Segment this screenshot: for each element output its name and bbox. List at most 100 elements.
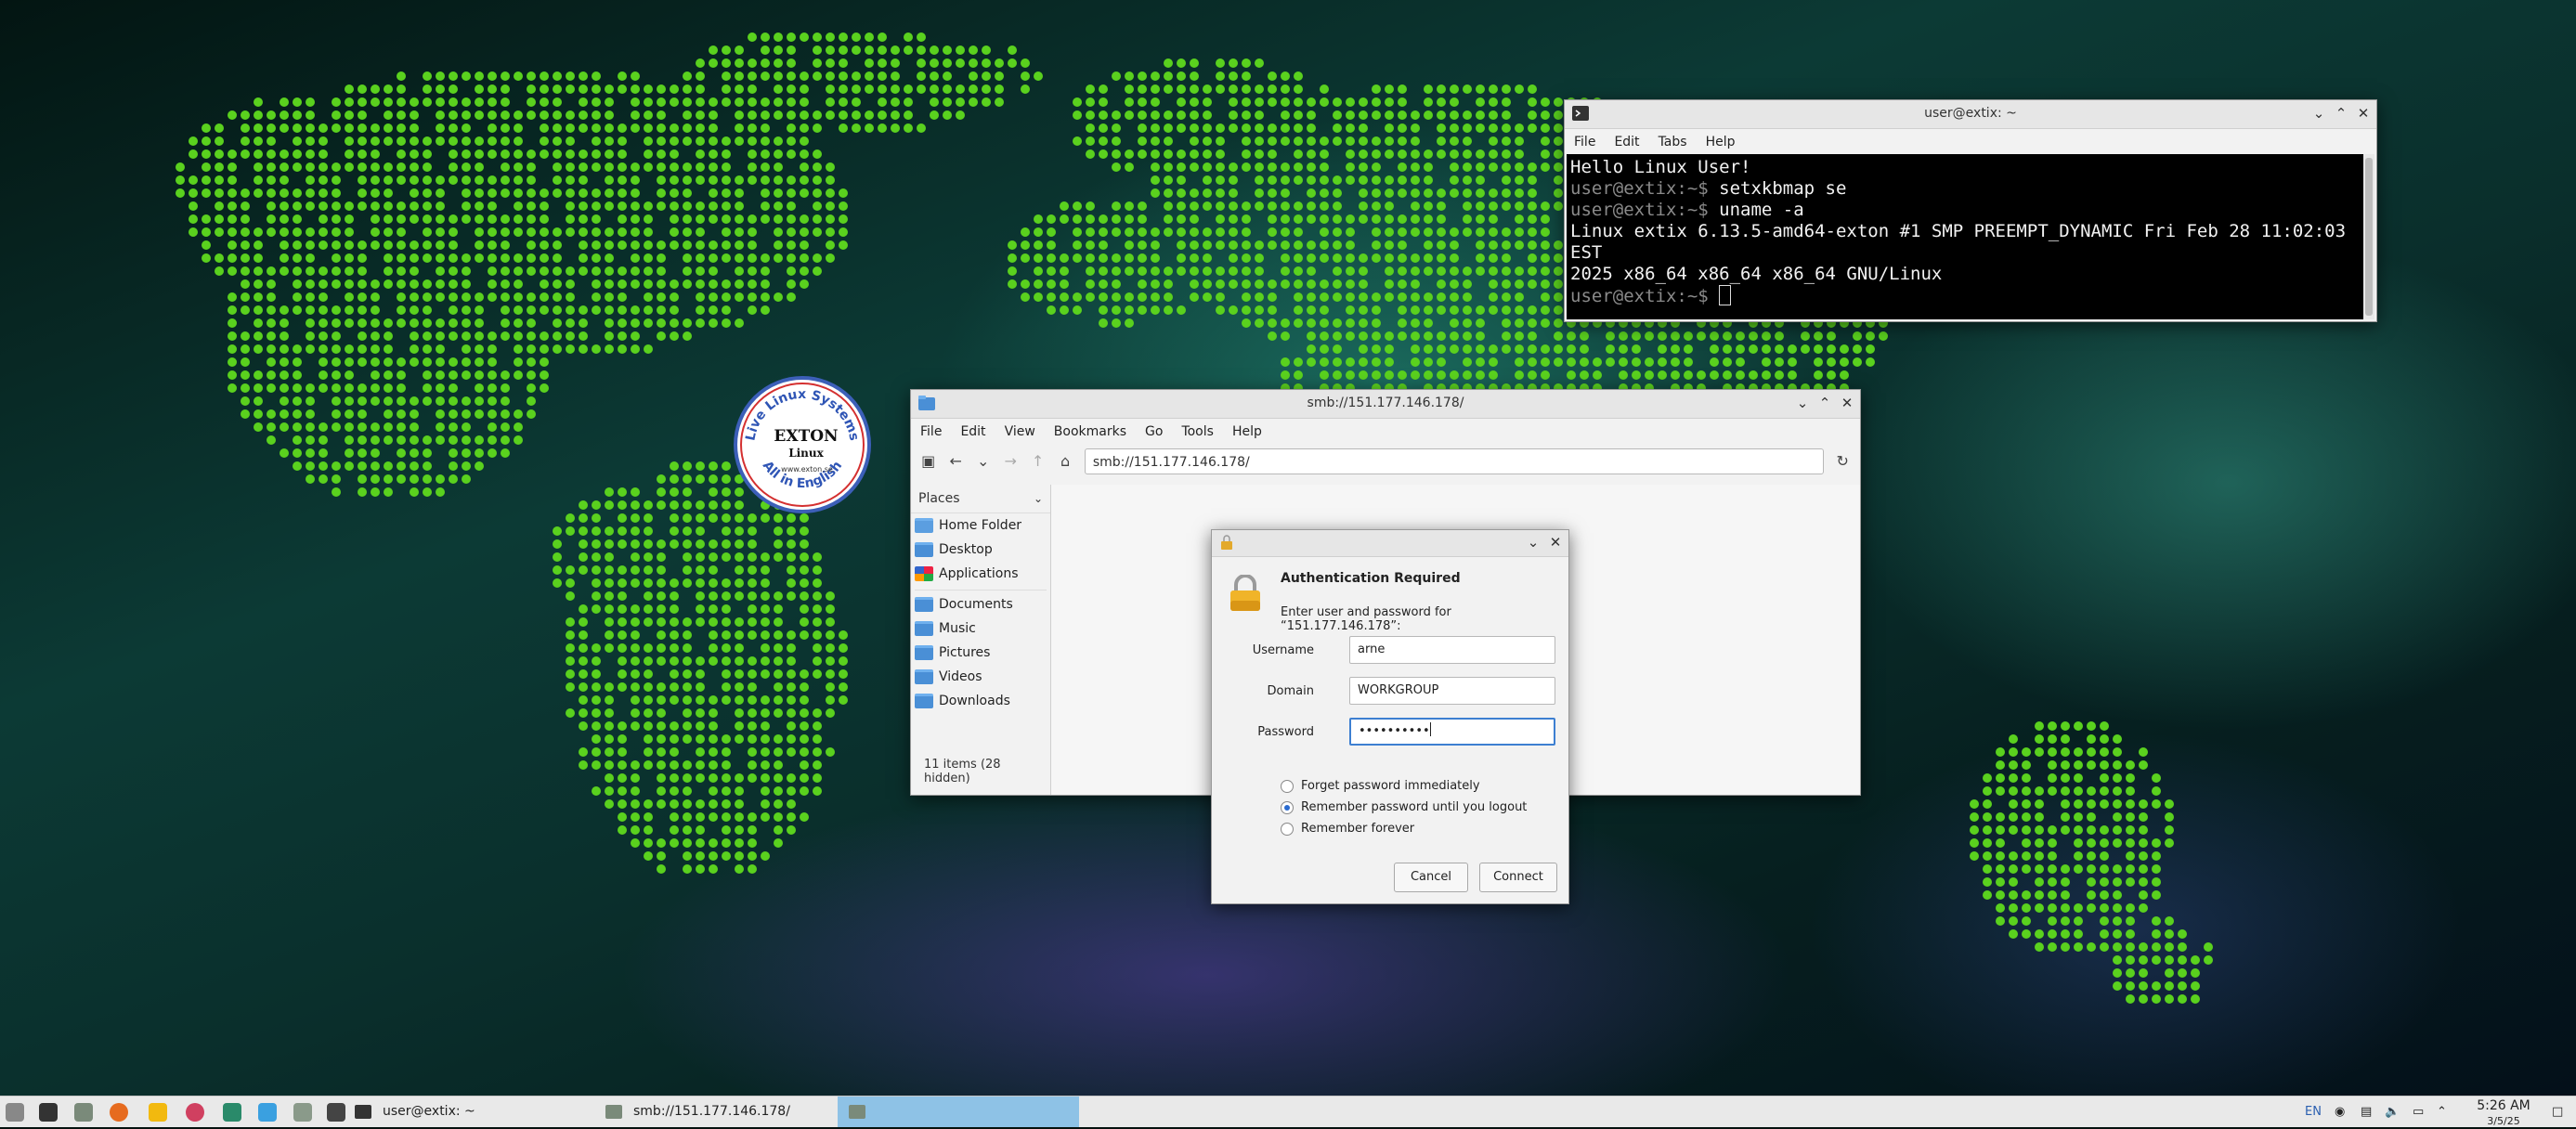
- sidebar-item-videos[interactable]: Videos: [911, 665, 1050, 689]
- menu-bookmarks[interactable]: Bookmarks: [1045, 424, 1136, 439]
- clock[interactable]: 5:26 AM 3/5/25: [2459, 1098, 2548, 1129]
- archive-icon[interactable]: [293, 1103, 312, 1122]
- map-dot: [1021, 279, 1030, 289]
- menu-tools[interactable]: Tools: [1172, 424, 1223, 439]
- package-manager-icon[interactable]: [223, 1103, 241, 1122]
- menu-go[interactable]: Go: [1136, 424, 1172, 439]
- map-dot: [228, 201, 237, 211]
- menu-edit[interactable]: Edit: [951, 424, 995, 439]
- authentication-dialog[interactable]: ⌄ ✕ Authentication Required Enter user a…: [1211, 529, 1569, 904]
- map-dot: [787, 240, 796, 250]
- radio-button-selected[interactable]: [1281, 800, 1294, 814]
- menu-edit[interactable]: Edit: [1605, 135, 1648, 149]
- computer-icon[interactable]: ▣: [917, 449, 940, 474]
- sidebar-item-pictures[interactable]: Pictures: [911, 641, 1050, 665]
- forward-arrow-icon[interactable]: →: [998, 449, 1021, 474]
- map-dot: [709, 552, 718, 562]
- username-field[interactable]: arne: [1349, 636, 1555, 664]
- file-manager-titlebar[interactable]: smb://151.177.146.178/ ⌄ ⌃ ✕: [911, 390, 1860, 419]
- map-dot: [449, 71, 458, 81]
- map-dot: [267, 383, 276, 393]
- back-arrow-icon[interactable]: ←: [943, 449, 967, 474]
- map-dot: [2178, 942, 2187, 952]
- sidebar-item-music[interactable]: Music: [911, 616, 1050, 641]
- file-manager-launcher-icon[interactable]: [74, 1103, 93, 1122]
- terminal-launcher-icon[interactable]: [39, 1103, 58, 1122]
- terminal-window[interactable]: user@extix: ~ ⌄ ⌃ ✕ File Edit Tabs Help …: [1564, 99, 2377, 322]
- app-menu-icon[interactable]: [6, 1103, 24, 1122]
- terminal-output[interactable]: Hello Linux User! user@extix:~$ setxkbma…: [1567, 154, 2363, 319]
- map-dot: [709, 305, 718, 315]
- task-terminal[interactable]: user@extix: ~: [344, 1097, 594, 1127]
- map-dot: [657, 253, 666, 263]
- map-dot: [553, 84, 562, 94]
- sidebar-item-desktop[interactable]: Desktop: [911, 538, 1050, 562]
- monitor-icon[interactable]: [327, 1103, 345, 1122]
- menu-help[interactable]: Help: [1223, 424, 1271, 439]
- settings-icon[interactable]: [258, 1103, 277, 1122]
- option-forget-immediately[interactable]: Forget password immediately: [1281, 779, 1480, 793]
- sidebar-item-applications[interactable]: Applications: [911, 562, 1050, 586]
- chevron-down-icon[interactable]: ⌄: [1034, 485, 1043, 513]
- map-dot: [1229, 97, 1238, 107]
- keyboard-layout-indicator[interactable]: EN: [2305, 1097, 2322, 1127]
- minimize-icon[interactable]: ⌄: [1793, 394, 1812, 412]
- volume-icon[interactable]: 🔈: [2385, 1097, 2400, 1127]
- maximize-icon[interactable]: ⌃: [1815, 394, 1834, 412]
- minimize-icon[interactable]: ⌄: [2309, 104, 2328, 123]
- option-remember-forever[interactable]: Remember forever: [1281, 822, 1414, 836]
- task-auth-dialog[interactable]: [838, 1097, 1079, 1127]
- chevron-up-icon[interactable]: ⌃: [2437, 1097, 2447, 1127]
- sidebar-item-documents[interactable]: Documents: [911, 592, 1050, 616]
- places-header[interactable]: Places ⌄: [911, 485, 1050, 513]
- close-icon[interactable]: ✕: [1546, 533, 1565, 552]
- map-dot: [423, 370, 432, 380]
- map-dot: [774, 240, 783, 250]
- menu-tabs[interactable]: Tabs: [1649, 135, 1697, 149]
- minimize-icon[interactable]: ⌄: [1524, 533, 1542, 552]
- network-icon[interactable]: ◉: [2335, 1097, 2345, 1127]
- dialog-titlebar[interactable]: ⌄ ✕: [1212, 530, 1568, 557]
- menu-file[interactable]: File: [1565, 135, 1605, 149]
- firefox-icon[interactable]: [110, 1103, 128, 1122]
- location-bar[interactable]: smb://151.177.146.178/: [1084, 448, 1824, 474]
- map-dot: [657, 487, 666, 497]
- terminal-titlebar[interactable]: user@extix: ~ ⌄ ⌃ ✕: [1565, 100, 2376, 129]
- map-dot: [709, 201, 718, 211]
- up-arrow-icon[interactable]: ↑: [1026, 449, 1049, 474]
- menu-help[interactable]: Help: [1697, 135, 1745, 149]
- terminal-scrollbar[interactable]: [2363, 154, 2374, 319]
- map-dot: [683, 136, 692, 146]
- download-icon[interactable]: [149, 1103, 167, 1122]
- map-dot: [1242, 162, 1251, 172]
- option-remember-until-logout[interactable]: Remember password until you logout: [1281, 800, 1527, 814]
- reload-icon[interactable]: ↻: [1831, 449, 1854, 474]
- password-field[interactable]: ••••••••••: [1349, 718, 1555, 746]
- sidebar-item-downloads[interactable]: Downloads: [911, 689, 1050, 713]
- map-dot: [1320, 214, 1329, 224]
- map-dot: [254, 188, 263, 198]
- sidebar-item-home-folder[interactable]: Home Folder: [911, 513, 1050, 538]
- map-dot: [735, 123, 744, 133]
- radio-button[interactable]: [1281, 822, 1294, 836]
- menu-view[interactable]: View: [995, 424, 1045, 439]
- task-file-manager[interactable]: smb://151.177.146.178/: [594, 1097, 838, 1127]
- domain-field[interactable]: WORKGROUP: [1349, 677, 1555, 705]
- radio-button[interactable]: [1281, 779, 1294, 793]
- display-icon[interactable]: ▭: [2413, 1097, 2424, 1127]
- history-dropdown-icon[interactable]: ⌄: [971, 449, 995, 474]
- close-icon[interactable]: ✕: [1838, 394, 1856, 412]
- clipboard-icon[interactable]: ▤: [2361, 1097, 2372, 1127]
- menu-file[interactable]: File: [911, 424, 951, 439]
- cancel-button[interactable]: Cancel: [1394, 863, 1468, 892]
- connect-button[interactable]: Connect: [1479, 863, 1557, 892]
- map-dot: [280, 110, 289, 120]
- scrollbar-thumb[interactable]: [2365, 158, 2373, 316]
- home-icon[interactable]: ⌂: [1053, 449, 1076, 474]
- maximize-icon[interactable]: ⌃: [2332, 104, 2350, 123]
- show-desktop-icon[interactable]: □: [2552, 1097, 2563, 1127]
- media-player-icon[interactable]: [186, 1103, 204, 1122]
- map-dot: [579, 240, 588, 250]
- map-dot: [462, 435, 471, 445]
- close-icon[interactable]: ✕: [2354, 104, 2373, 123]
